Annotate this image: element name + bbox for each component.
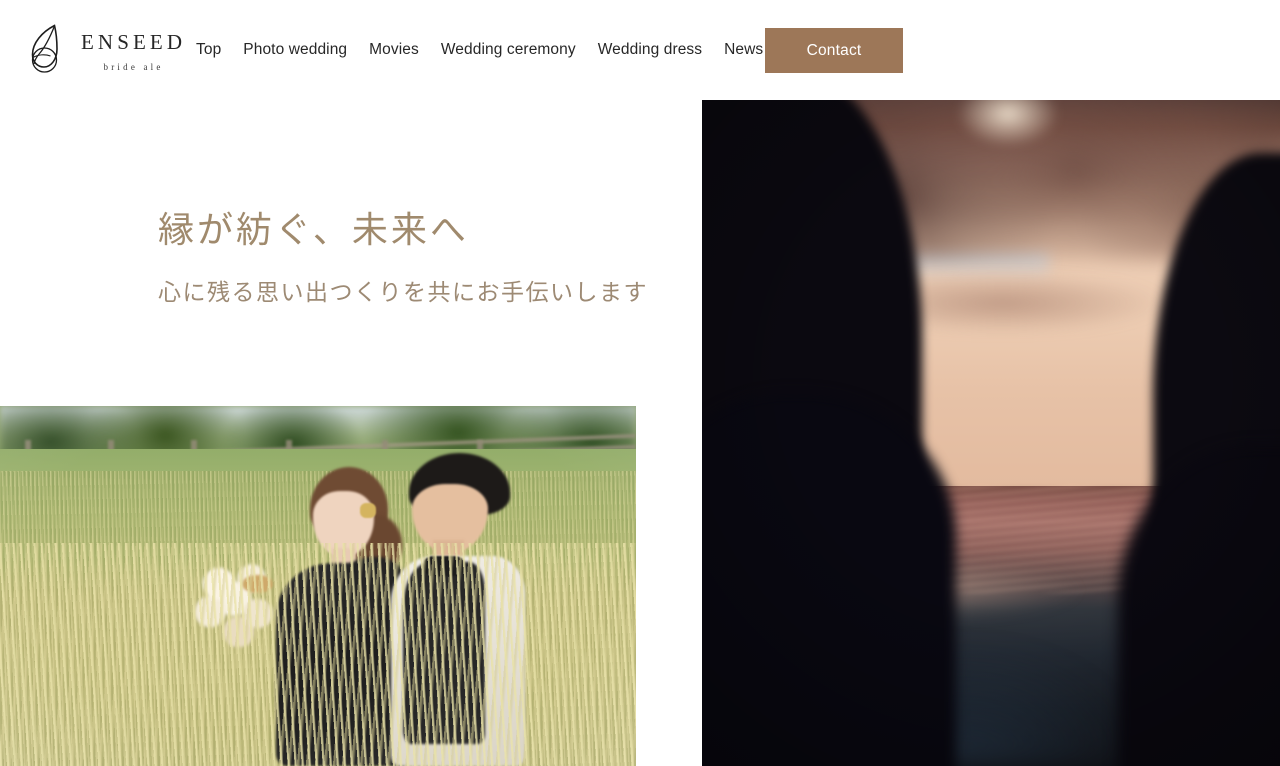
bow-tie-icon [424, 556, 464, 577]
brand-logo-link[interactable]: ENSEED bride ale [24, 22, 186, 78]
main-navigation: Top Photo wedding Movies Wedding ceremon… [196, 38, 774, 62]
nav-item-top[interactable]: Top [196, 38, 232, 62]
nav-item-movies[interactable]: Movies [358, 38, 430, 62]
bridal-bouquet [184, 553, 293, 648]
brand-tagline: bride ale [103, 61, 164, 72]
nav-item-wedding-ceremony[interactable]: Wedding ceremony [430, 38, 587, 62]
brand-wordmark: ENSEED bride ale [77, 29, 186, 72]
silhouette-shoulder-left [702, 393, 957, 766]
hero-subtitle: 心に残る思い出つくりを共にお手伝いします [158, 280, 648, 305]
sunset-scene [702, 100, 1280, 766]
leaf-seed-logo-icon [31, 24, 58, 73]
hero-title: 縁が紡ぐ、未来へ [158, 210, 469, 250]
wedding-couple-meadow-photo [0, 406, 636, 766]
brand-name: ENSEED [81, 29, 187, 54]
site-header: ENSEED bride ale Top Photo wedding Movie… [0, 0, 1280, 100]
nav-item-photo-wedding[interactable]: Photo wedding [232, 38, 358, 62]
nav-item-wedding-dress[interactable]: Wedding dress [587, 38, 713, 62]
meadow-scene [0, 406, 636, 766]
hero-copy: 縁が紡ぐ、未来へ 心に残る思い出つくりを共にお手伝いします [158, 208, 648, 308]
groom-black-vest [402, 562, 486, 745]
contact-button[interactable]: Contact [765, 28, 903, 73]
landing-page: ENSEED bride ale Top Photo wedding Movie… [0, 0, 1280, 766]
sunset-ocean-silhouette-photo [702, 100, 1280, 766]
hair-pin-icon [360, 503, 376, 518]
sun-glow [956, 100, 1061, 147]
groom-figure [382, 452, 535, 766]
